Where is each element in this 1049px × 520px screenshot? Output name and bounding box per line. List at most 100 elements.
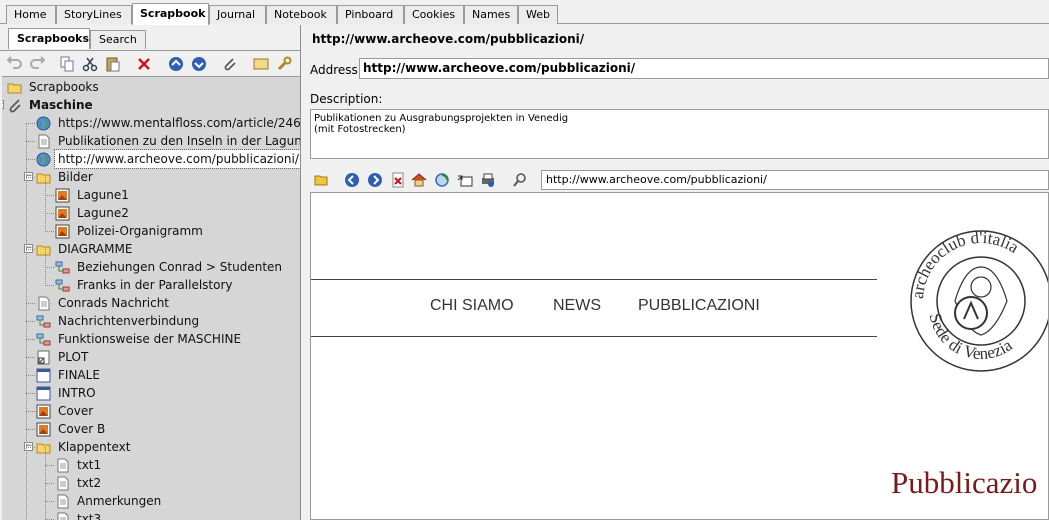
tab-notebook[interactable]: Notebook [266, 5, 337, 24]
page-heading: Pubblicazio [891, 465, 1038, 500]
window-icon [36, 368, 51, 383]
address-value: http://www.archeove.com/pubblicazioni/ [363, 61, 636, 75]
folder-icon [36, 170, 51, 185]
item-title: http://www.archeove.com/pubblicazioni/ [312, 32, 585, 46]
tree-item-label: Beziehungen Conrad > Studenten [77, 260, 283, 274]
nav-divider-bottom [311, 336, 877, 337]
tab-label: Names [472, 8, 511, 21]
main-tab-bar: Home StoryLines Scrapbook Journal Notebo… [0, 0, 1049, 25]
cut-icon[interactable] [80, 54, 100, 74]
diagram-icon [36, 314, 51, 329]
folder-icon [36, 242, 51, 257]
tree-item-label: Lagune1 [77, 188, 129, 202]
print-icon[interactable] [478, 170, 498, 190]
nav-chi-siamo[interactable]: CHI SIAMO [430, 297, 514, 315]
tree-connector [26, 141, 35, 142]
stop-icon[interactable] [388, 170, 408, 190]
tab-label: Home [14, 8, 47, 21]
nav-divider-top [311, 279, 877, 280]
globe-icon [36, 152, 51, 167]
tree-item-label: Polizei-Organigramm [77, 224, 203, 238]
note-icon[interactable] [251, 54, 271, 74]
popout-icon[interactable] [455, 170, 475, 190]
description-line: (mit Fotostrecken) [314, 124, 406, 135]
app-window: Home StoryLines Scrapbook Journal Notebo… [0, 0, 1049, 520]
tab-storylines[interactable]: StoryLines [56, 5, 132, 24]
document-icon [55, 494, 70, 509]
tab-pinboard[interactable]: Pinboard [337, 5, 404, 24]
nav-news[interactable]: NEWS [553, 297, 601, 315]
tab-label: Cookies [412, 8, 456, 21]
redo-icon[interactable] [27, 54, 47, 74]
tree-connector [26, 447, 35, 448]
item-detail-panel: http://www.archeove.com/pubblicazioni/ A… [302, 25, 1049, 520]
tab-label: StoryLines [64, 8, 122, 21]
collapse-toggle[interactable]: − [2, 100, 4, 109]
attach-icon[interactable] [220, 54, 240, 74]
tree-connector [26, 123, 27, 520]
tree-connector [45, 267, 54, 268]
tab-cookies[interactable]: Cookies [404, 5, 464, 24]
home-icon[interactable] [409, 170, 429, 190]
move-down-icon[interactable] [189, 54, 209, 74]
browser-toolbar: http://www.archeove.com/pubblicazioni/ [310, 168, 1049, 192]
tab-journal[interactable]: Journal [209, 5, 266, 24]
wrench-icon[interactable] [274, 54, 294, 74]
description-line: Publikationen zu Ausgrabungsprojekten in… [314, 113, 569, 124]
tree-item-label: DIAGRAMME [58, 242, 133, 256]
tree-item-label: PLOT [58, 350, 89, 364]
globe-icon [36, 116, 51, 131]
tree-connector [45, 231, 54, 232]
tree-item-label: Cover B [58, 422, 106, 436]
tree-item-label: FINALE [58, 368, 100, 382]
image-icon [55, 206, 70, 221]
scrapbook-panel: Scrapbooks Search Scrapbooks Maschine − htt… [0, 25, 301, 520]
tree-item-label: Lagune2 [77, 206, 129, 220]
delete-icon[interactable] [134, 54, 154, 74]
description-field[interactable]: Publikationen zu Ausgrabungsprojekten in… [310, 109, 1049, 159]
tree-item-label: Anmerkungen [77, 494, 162, 508]
tree-item-label: http://www.archeove.com/pubblicazioni/ [54, 149, 300, 169]
document-icon [36, 134, 51, 149]
tree-connector [45, 213, 54, 214]
open-folder-icon[interactable] [312, 170, 332, 190]
paste-icon[interactable] [103, 54, 123, 74]
web-preview[interactable]: CHI SIAMO NEWS PUBBLICAZIONI archeoclub … [310, 192, 1049, 520]
diagram-icon [55, 260, 70, 275]
tree-connector [26, 375, 35, 376]
tree-item-label: INTRO [58, 386, 96, 400]
tree-connector [45, 177, 46, 232]
move-up-icon[interactable] [166, 54, 186, 74]
tab-search[interactable]: Search [90, 30, 146, 49]
address-field[interactable]: http://www.archeove.com/pubblicazioni/ [359, 58, 1049, 79]
refresh-icon[interactable] [432, 170, 452, 190]
tree-item-label: Funktionsweise der MASCHINE [58, 332, 242, 346]
back-icon[interactable] [342, 170, 362, 190]
image-icon [36, 404, 51, 419]
tab-names[interactable]: Names [464, 5, 518, 24]
address-label: Address: [310, 63, 362, 77]
scrapbook-toolbar [0, 50, 301, 78]
document-icon [55, 476, 70, 491]
browser-url-field[interactable]: http://www.archeove.com/pubblicazioni/ [541, 170, 1049, 190]
tree-item-label: txt3 [77, 512, 102, 520]
document-icon [36, 296, 51, 311]
tab-home[interactable]: Home [6, 5, 56, 24]
diagram-icon [36, 332, 51, 347]
tree-item-label: Klappentext [58, 440, 131, 454]
image-icon [55, 224, 70, 239]
document-icon [55, 512, 70, 520]
undo-icon[interactable] [5, 54, 25, 74]
tree-item-label: Nachrichtenverbindung [58, 314, 200, 328]
tree-item-label: Franks in der Parallelstory [77, 278, 233, 292]
nav-pubblicazioni[interactable]: PUBBLICAZIONI [638, 297, 760, 315]
window-icon [36, 386, 51, 401]
copy-icon[interactable] [57, 54, 77, 74]
tree-connector [45, 483, 54, 484]
forward-icon[interactable] [365, 170, 385, 190]
description-label: Description: [310, 92, 383, 106]
tab-web[interactable]: Web [518, 5, 558, 24]
tab-scrapbook[interactable]: Scrapbook [132, 3, 209, 25]
tab-scrapbooks[interactable]: Scrapbooks [8, 28, 90, 49]
search-icon[interactable] [510, 170, 530, 190]
